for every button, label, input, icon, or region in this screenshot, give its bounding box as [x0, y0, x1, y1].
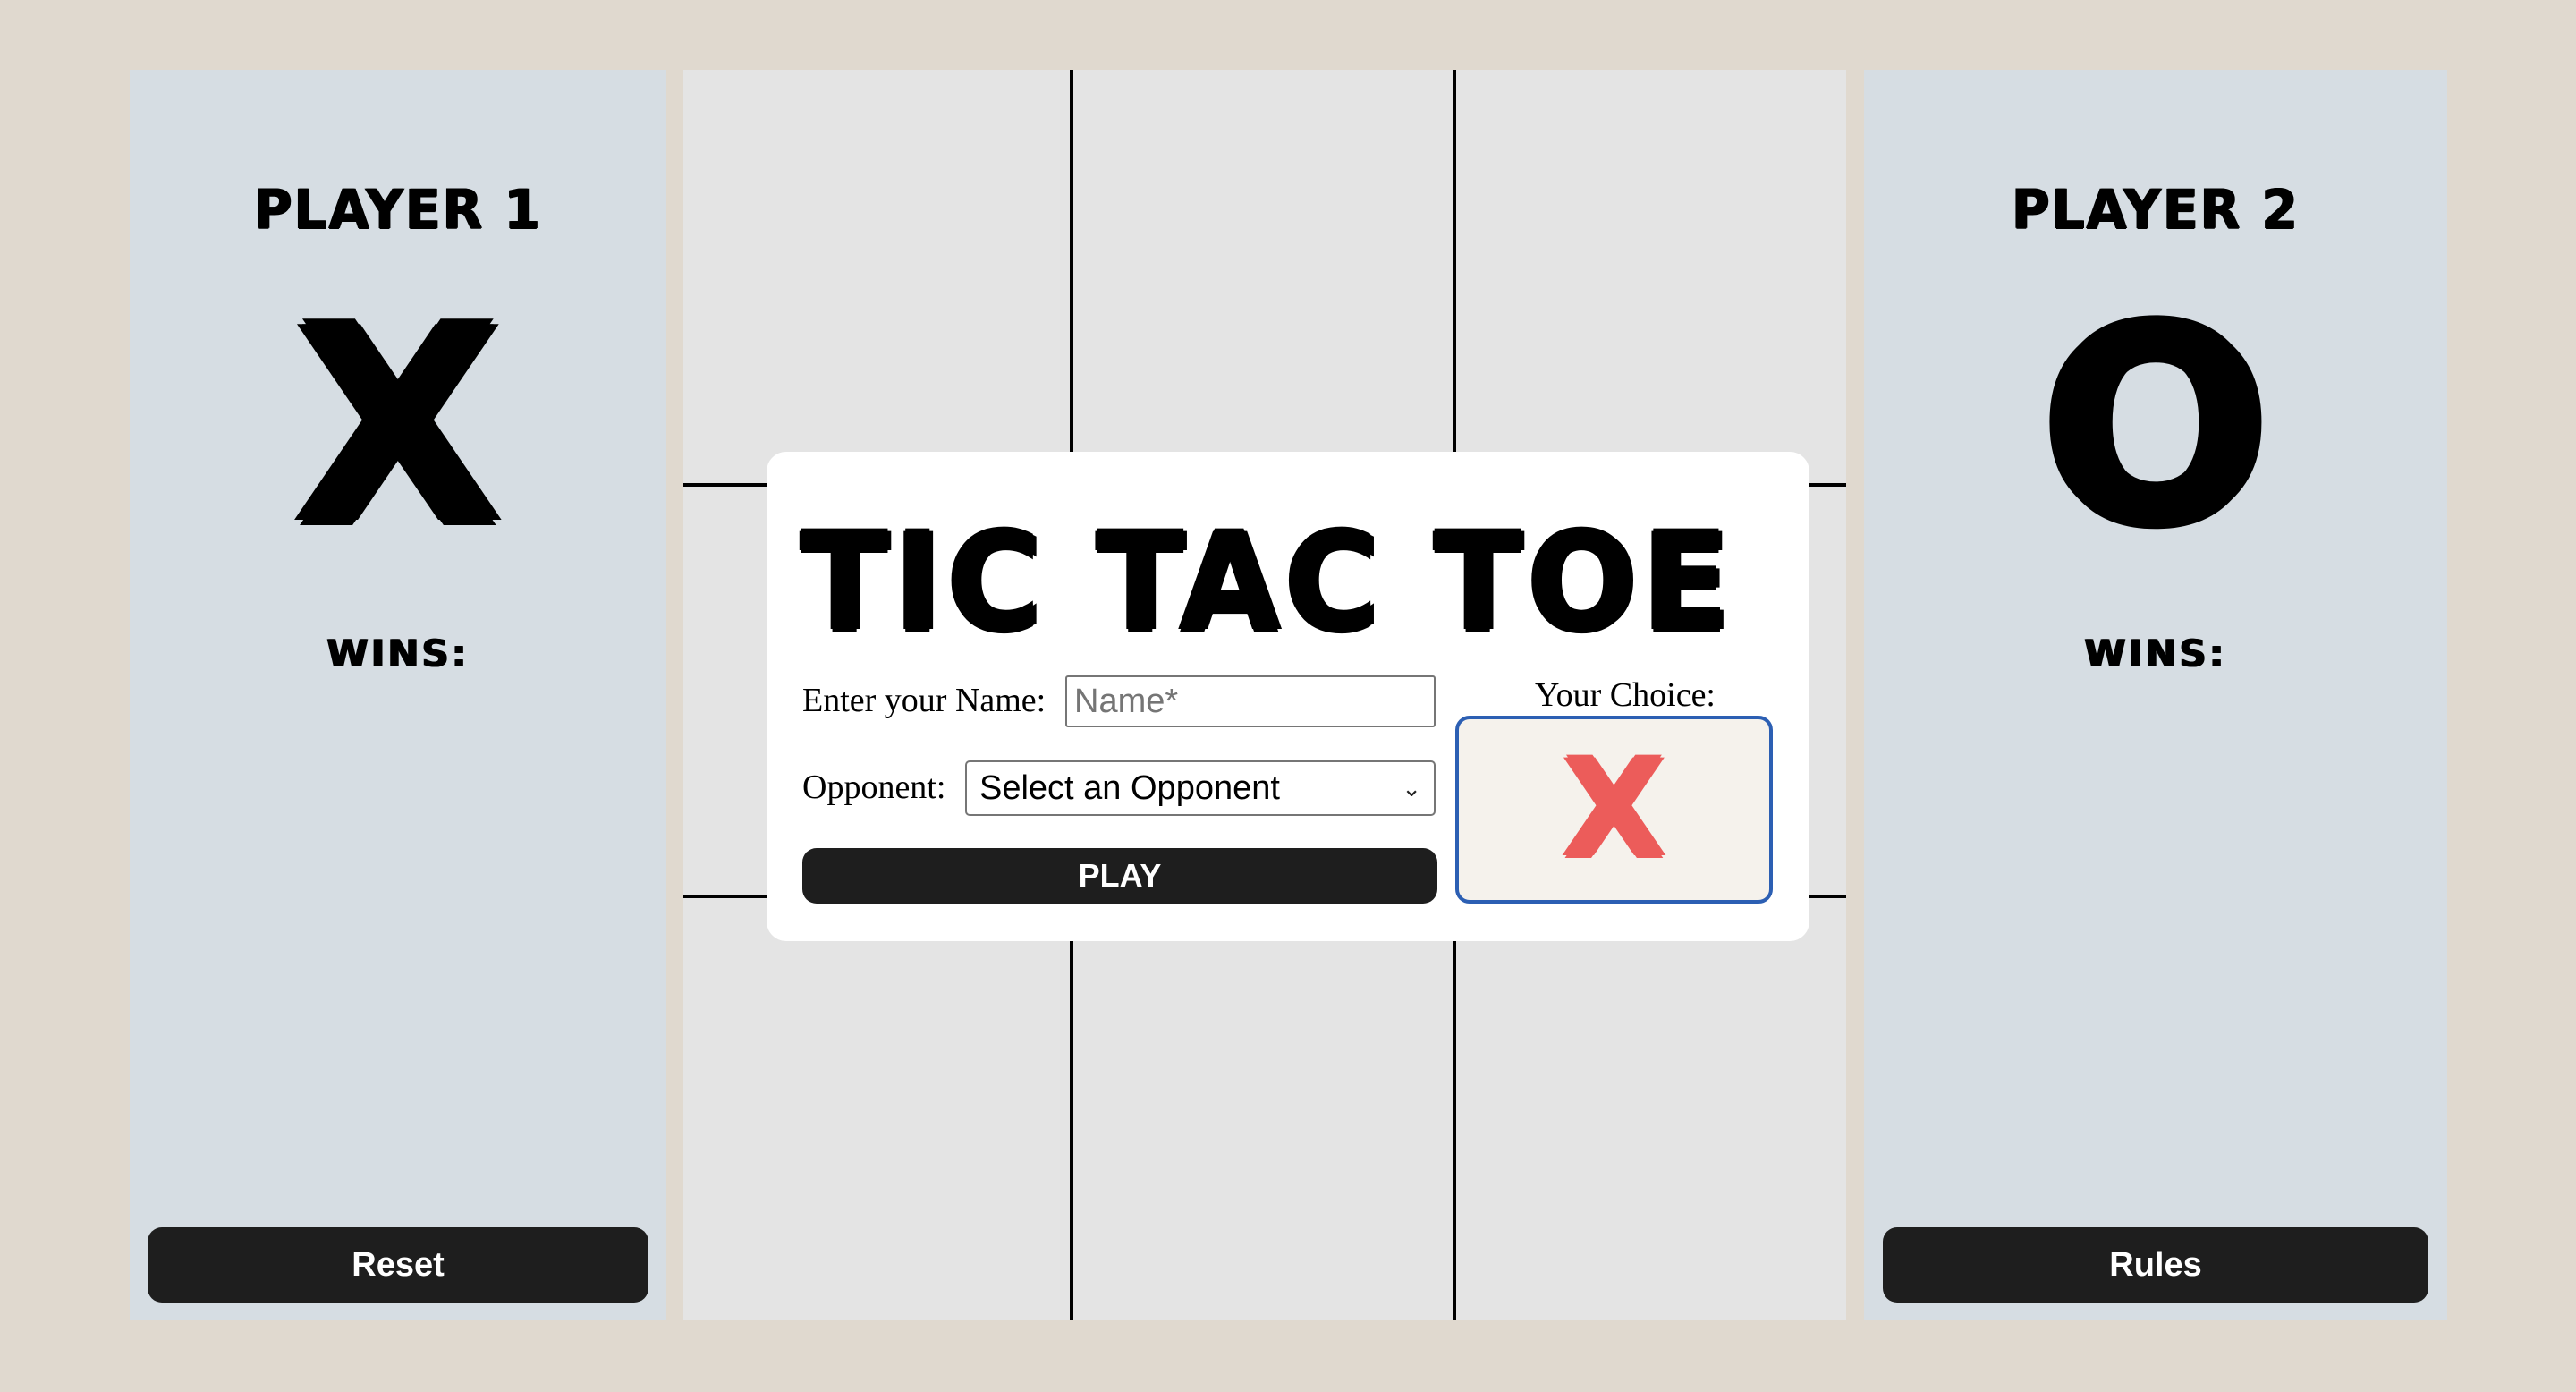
player-1-panel: PLAYER 1 X WINS: Reset: [130, 70, 666, 1320]
choice-label: Your Choice:: [1535, 676, 1716, 714]
start-game-modal: TIC TAC TOE Enter your Name: Opponent: S…: [767, 452, 1809, 941]
board-cell[interactable]: [1456, 898, 1846, 1320]
rules-button[interactable]: Rules: [1883, 1227, 2428, 1303]
player-2-symbol: O: [2041, 271, 2270, 583]
board-cell[interactable]: [1073, 898, 1456, 1320]
reset-button[interactable]: Reset: [148, 1227, 648, 1303]
player-1-title: PLAYER 1: [254, 177, 542, 242]
game-title: TIC TAC TOE: [801, 505, 1735, 661]
player-2-title: PLAYER 2: [2012, 177, 2300, 242]
board-cell[interactable]: [683, 898, 1073, 1320]
name-input[interactable]: [1065, 675, 1436, 727]
player-2-wins-label: WINS:: [2084, 632, 2227, 675]
symbol-choice-box[interactable]: X: [1455, 716, 1773, 904]
choice-symbol: X: [1562, 732, 1666, 887]
opponent-select-value: Select an Opponent: [979, 768, 1280, 807]
opponent-label: Opponent:: [802, 768, 946, 806]
board-cell[interactable]: [1073, 70, 1456, 487]
player-2-panel: PLAYER 2 O WINS: Rules: [1864, 70, 2447, 1320]
chevron-down-icon: ⌄: [1402, 774, 1421, 802]
name-label: Enter your Name:: [802, 682, 1046, 719]
player-1-wins-label: WINS:: [326, 632, 470, 675]
board-cell[interactable]: [683, 70, 1073, 487]
player-1-symbol: X: [294, 271, 502, 583]
opponent-select[interactable]: Select an Opponent ⌄: [965, 760, 1436, 816]
play-button[interactable]: PLAY: [802, 848, 1437, 904]
board-cell[interactable]: [1456, 70, 1846, 487]
